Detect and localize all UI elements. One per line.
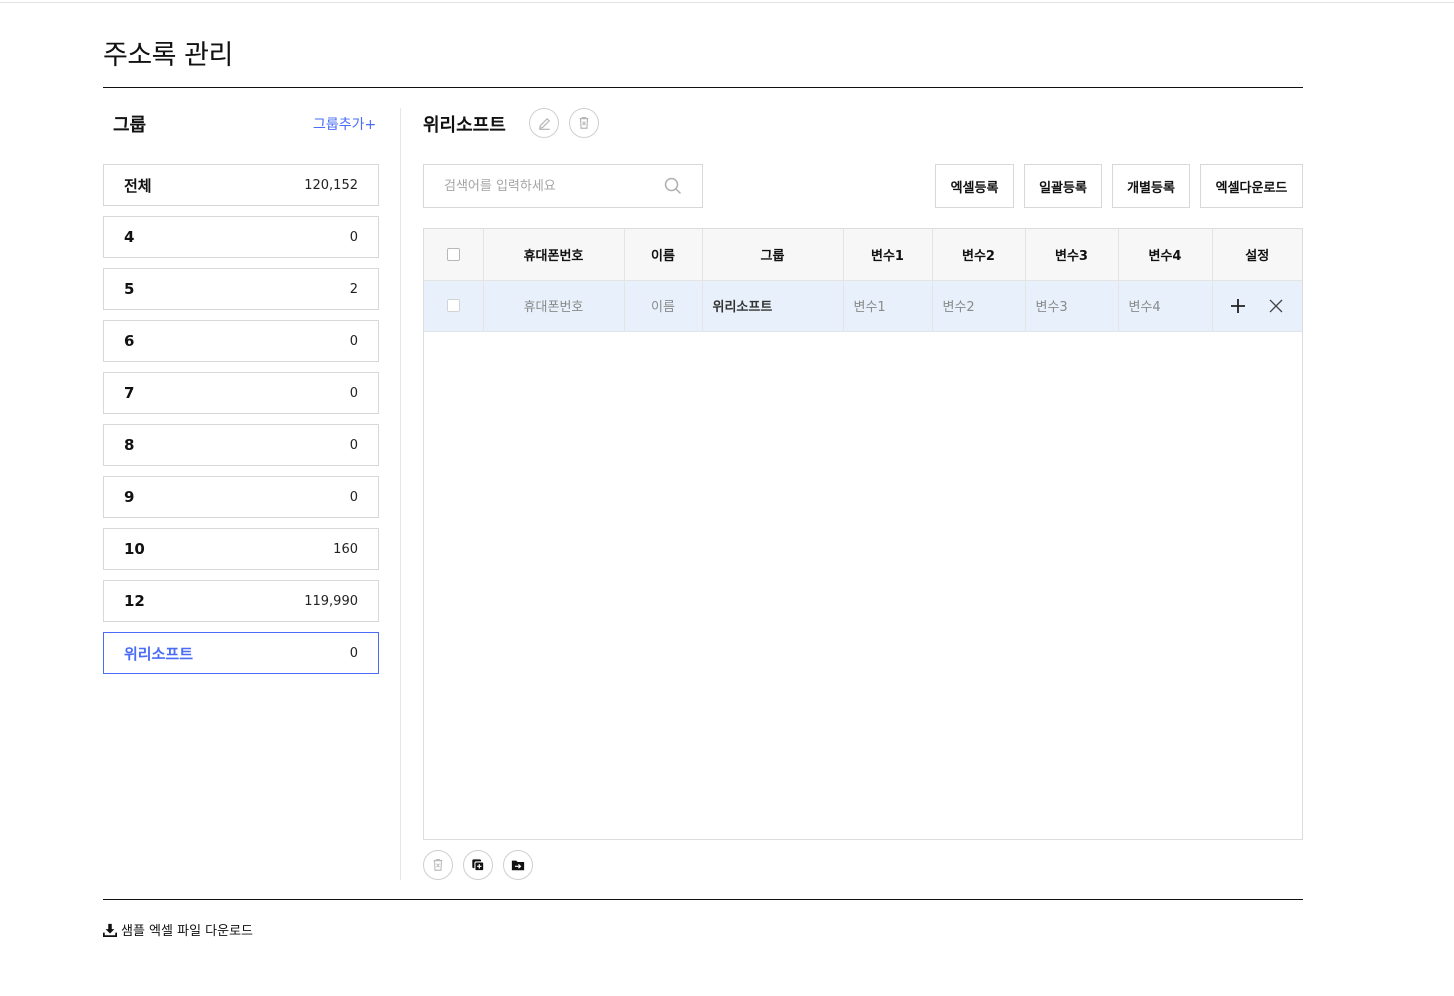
folder-move-icon <box>511 860 525 871</box>
group-count: 0 <box>349 385 358 401</box>
group-name: 위리소프트 <box>124 644 194 663</box>
group-name: 5 <box>124 280 135 298</box>
phone-input[interactable]: 휴대폰번호 <box>483 280 625 332</box>
group-count: 2 <box>349 281 358 297</box>
group-count: 119,990 <box>304 593 358 609</box>
group-item-5[interactable]: 5 2 <box>103 268 379 310</box>
select-all-cell <box>424 229 484 281</box>
group-count: 120,152 <box>304 177 358 193</box>
group-name: 7 <box>124 384 135 402</box>
sample-download-link[interactable]: 샘플 엑셀 파일 다운로드 <box>103 920 253 939</box>
search-field <box>423 164 703 208</box>
group-item-10[interactable]: 10 160 <box>103 528 379 570</box>
group-count: 0 <box>349 489 358 505</box>
group-item-6[interactable]: 6 0 <box>103 320 379 362</box>
excel-download-button[interactable]: 엑셀다운로드 <box>1200 164 1303 208</box>
copy-icon <box>472 859 485 872</box>
group-item-7[interactable]: 7 0 <box>103 372 379 414</box>
sample-download-label: 샘플 엑셀 파일 다운로드 <box>121 924 253 939</box>
col-header-var2[interactable]: 변수2 <box>932 229 1026 281</box>
row-select-cell <box>424 280 484 332</box>
group-item-all[interactable]: 전체 120,152 <box>103 164 379 206</box>
group-count: 0 <box>349 645 358 661</box>
group-name: 전체 <box>124 176 152 195</box>
row-checkbox[interactable] <box>446 299 460 312</box>
group-name: 9 <box>124 488 135 506</box>
group-count: 160 <box>333 541 358 557</box>
group-item-12[interactable]: 12 119,990 <box>103 580 379 622</box>
plus-icon[interactable] <box>1230 298 1246 314</box>
search-input[interactable] <box>444 178 664 194</box>
add-group-button[interactable]: 그룹추가+ <box>313 114 376 134</box>
group-list: 전체 120,152 4 0 5 2 6 0 7 0 8 0 9 0 10 16… <box>103 164 379 684</box>
title-divider <box>103 87 1303 88</box>
individual-register-button[interactable]: 개별등록 <box>1112 164 1190 208</box>
var1-input[interactable]: 변수1 <box>843 280 933 332</box>
copy-selected-button[interactable] <box>463 850 493 880</box>
group-name: 12 <box>124 592 145 610</box>
group-name: 8 <box>124 436 135 454</box>
col-header-phone[interactable]: 휴대폰번호 <box>483 229 625 281</box>
group-item-9[interactable]: 9 0 <box>103 476 379 518</box>
row-settings-cell <box>1212 280 1302 332</box>
group-heading: 그룹 <box>113 115 147 136</box>
col-header-group[interactable]: 그룹 <box>702 229 844 281</box>
close-icon[interactable] <box>1268 298 1284 314</box>
delete-group-button[interactable] <box>569 108 599 138</box>
select-all-checkbox[interactable] <box>446 247 460 261</box>
table-header-row: 휴대폰번호 이름 그룹 변수1 변수2 변수3 변수4 설정 <box>424 229 1302 281</box>
col-header-settings: 설정 <box>1212 229 1302 281</box>
group-count: 0 <box>349 437 358 453</box>
group-cell: 위리소프트 <box>702 280 844 332</box>
page-title: 주소록 관리 <box>103 40 233 71</box>
trash-x-icon <box>433 859 443 871</box>
var2-input[interactable]: 변수2 <box>932 280 1026 332</box>
group-item-8[interactable]: 8 0 <box>103 424 379 466</box>
download-icon <box>103 923 117 937</box>
search-icon[interactable] <box>664 177 682 195</box>
group-count: 0 <box>349 229 358 245</box>
group-name: 6 <box>124 332 135 350</box>
group-name: 4 <box>124 228 135 246</box>
top-border <box>0 2 1454 3</box>
var4-input[interactable]: 변수4 <box>1118 280 1213 332</box>
footer-divider <box>103 899 1303 900</box>
address-table: 휴대폰번호 이름 그룹 변수1 변수2 변수3 변수4 설정 휴대폰번호 이름 … <box>423 228 1303 840</box>
group-count: 0 <box>349 333 358 349</box>
excel-register-button[interactable]: 엑셀등록 <box>935 164 1014 208</box>
trash-x-icon <box>579 117 589 129</box>
edit-group-button[interactable] <box>529 108 559 138</box>
delete-selected-button[interactable] <box>423 850 453 880</box>
col-header-name[interactable]: 이름 <box>624 229 703 281</box>
panel-divider <box>400 108 401 880</box>
table-row: 휴대폰번호 이름 위리소프트 변수1 변수2 변수3 변수4 <box>424 280 1302 332</box>
group-item-wirisoft[interactable]: 위리소프트 0 <box>103 632 379 674</box>
selected-group-title: 위리소프트 <box>423 115 506 136</box>
col-header-var3[interactable]: 변수3 <box>1025 229 1119 281</box>
var3-input[interactable]: 변수3 <box>1025 280 1119 332</box>
pencil-icon <box>538 117 550 130</box>
move-selected-button[interactable] <box>503 850 533 880</box>
group-item-4[interactable]: 4 0 <box>103 216 379 258</box>
bulk-register-button[interactable]: 일괄등록 <box>1024 164 1102 208</box>
col-header-var4[interactable]: 변수4 <box>1118 229 1213 281</box>
group-name: 10 <box>124 540 145 558</box>
col-header-var1[interactable]: 변수1 <box>843 229 933 281</box>
name-input[interactable]: 이름 <box>624 280 703 332</box>
